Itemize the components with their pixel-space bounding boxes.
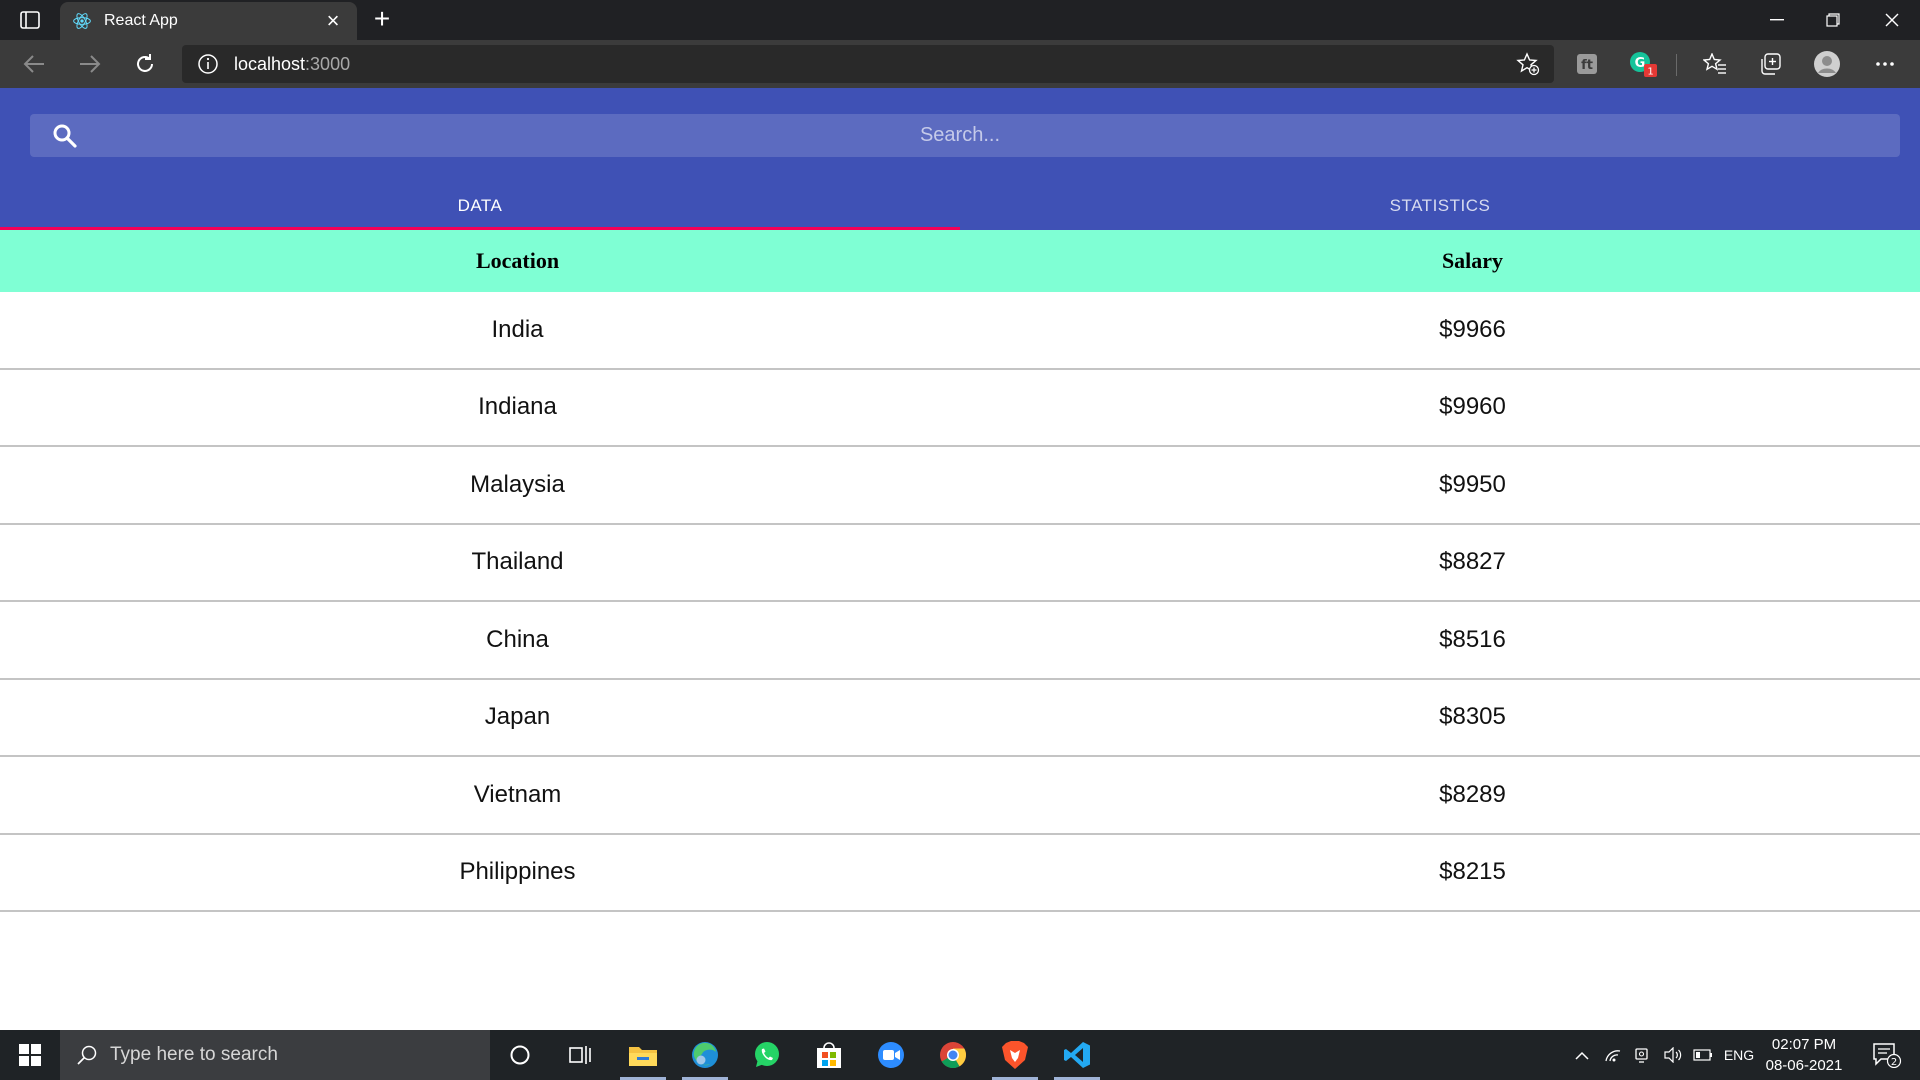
notification-count: 2: [1891, 1057, 1897, 1068]
url-host: localhost: [234, 53, 306, 74]
taskbar-search-placeholder: Type here to search: [110, 1044, 278, 1065]
salary-cell: $8516: [1439, 625, 1506, 653]
clock-date: 08-06-2021: [1765, 1057, 1843, 1074]
salary-cell: $8827: [1439, 548, 1506, 576]
extension-icon[interactable]: ft: [1572, 50, 1602, 78]
table-row: Indiana $9960: [0, 370, 1920, 447]
add-favorite-icon[interactable]: [1516, 52, 1540, 76]
language-indicator[interactable]: ENG: [1722, 1030, 1756, 1080]
svg-text:G: G: [1635, 56, 1646, 71]
info-icon[interactable]: [196, 52, 220, 76]
tab-title: React App: [104, 12, 178, 29]
browser-tab[interactable]: React App ×: [60, 2, 357, 40]
notification-center-icon[interactable]: 2: [1862, 1030, 1912, 1080]
collections-icon[interactable]: [1755, 50, 1785, 78]
whatsapp-icon[interactable]: [736, 1030, 798, 1080]
back-icon[interactable]: [16, 48, 52, 80]
task-view-icon[interactable]: [550, 1030, 612, 1080]
browser-tab-bar: React App × +: [0, 0, 1920, 40]
extension-badge: 1: [1647, 67, 1653, 78]
table-row: India $9966: [0, 292, 1920, 370]
salary-cell: $9950: [1439, 470, 1506, 498]
app-header: DATA STATISTICS: [0, 88, 1920, 230]
tab-statistics[interactable]: STATISTICS: [960, 182, 1920, 230]
show-hidden-icons-icon[interactable]: [1570, 1030, 1594, 1080]
table-header: Location Salary: [0, 230, 1920, 292]
salary-cell: $8305: [1439, 703, 1506, 731]
close-window-icon[interactable]: [1864, 0, 1920, 40]
meet-now-icon[interactable]: [1630, 1030, 1656, 1080]
location-cell: Malaysia: [470, 470, 565, 498]
zoom-icon[interactable]: [860, 1030, 922, 1080]
tab-actions-icon[interactable]: [12, 8, 48, 32]
volume-icon[interactable]: [1660, 1030, 1686, 1080]
windows-start-icon[interactable]: [0, 1030, 60, 1080]
salary-cell: $9960: [1439, 393, 1506, 421]
column-header-salary: Salary: [1441, 248, 1504, 273]
location-cell: Indiana: [478, 393, 557, 421]
column-header-location: Location: [475, 248, 560, 273]
table-row: Vietnam $8289: [0, 757, 1920, 835]
close-tab-icon[interactable]: ×: [321, 9, 345, 33]
location-cell: Vietnam: [473, 780, 562, 808]
tab-data[interactable]: DATA: [0, 182, 960, 230]
salary-table: Location Salary India $9966 Indiana $996…: [0, 230, 1920, 912]
search-icon: [77, 1045, 97, 1065]
taskbar-search[interactable]: Type here to search: [60, 1030, 490, 1080]
microsoft-store-icon[interactable]: [798, 1030, 860, 1080]
table-row: Japan $8305: [0, 680, 1920, 757]
vscode-icon[interactable]: [1046, 1030, 1108, 1080]
address-bar: localhost:3000 ft G1: [0, 40, 1920, 88]
react-icon: [73, 13, 91, 29]
favorites-icon[interactable]: [1700, 50, 1730, 78]
restore-icon[interactable]: [1805, 0, 1861, 40]
forward-icon[interactable]: [72, 48, 108, 80]
location-cell: Japan: [484, 703, 551, 731]
profile-avatar-icon[interactable]: [1812, 50, 1842, 78]
svg-text:ft: ft: [1581, 58, 1593, 73]
salary-cell: $8215: [1439, 858, 1506, 886]
system-clock[interactable]: 02:07 PM 08-06-2021: [1758, 1034, 1850, 1076]
search-icon: [53, 124, 77, 148]
new-tab-icon[interactable]: +: [368, 5, 396, 34]
edge-browser-icon[interactable]: [674, 1030, 736, 1080]
location-cell: China: [486, 625, 549, 653]
grammarly-icon[interactable]: G1: [1628, 50, 1658, 78]
search-input[interactable]: [110, 114, 1810, 157]
more-options-icon[interactable]: [1870, 50, 1900, 78]
app-tabs: DATA STATISTICS: [0, 182, 1920, 230]
url-bar[interactable]: localhost:3000: [182, 45, 1554, 83]
battery-icon[interactable]: [1690, 1030, 1716, 1080]
url-port: :3000: [305, 53, 351, 74]
clock-time: 02:07 PM: [1771, 1036, 1837, 1053]
salary-cell: $8289: [1439, 780, 1506, 808]
location-cell: India: [491, 315, 544, 343]
table-row: Malaysia $9950: [0, 447, 1920, 525]
brave-icon[interactable]: [984, 1030, 1046, 1080]
location-cell: Thailand: [471, 548, 564, 576]
search-box[interactable]: [30, 114, 1900, 157]
table-row: China $8516: [0, 602, 1920, 680]
chrome-icon[interactable]: [922, 1030, 984, 1080]
table-row: Philippines $8215: [0, 835, 1920, 912]
file-explorer-icon[interactable]: [612, 1030, 674, 1080]
minimize-icon[interactable]: [1749, 0, 1805, 40]
wifi-icon[interactable]: [1600, 1030, 1626, 1080]
salary-cell: $9966: [1439, 315, 1506, 343]
refresh-icon[interactable]: [127, 48, 163, 80]
cortana-icon[interactable]: [489, 1030, 551, 1080]
table-row: Thailand $8827: [0, 525, 1920, 602]
taskbar: Type here to search ENG 02:07 PM 08-06-2…: [0, 1030, 1920, 1080]
toolbar-divider: [1676, 54, 1677, 76]
location-cell: Philippines: [459, 858, 576, 886]
